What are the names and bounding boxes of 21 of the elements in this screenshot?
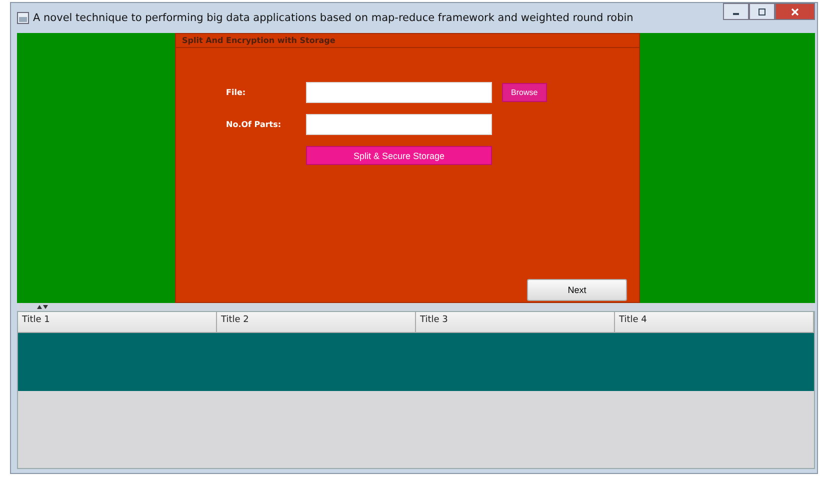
next-button[interactable]: Next — [527, 279, 627, 301]
column-header[interactable]: Title 1 — [18, 312, 217, 332]
column-header[interactable]: Title 2 — [217, 312, 416, 332]
minimize-icon — [733, 13, 739, 15]
collapse-arrows-icon[interactable] — [37, 305, 48, 309]
input-field[interactable] — [306, 82, 492, 103]
column-header[interactable]: Title 3 — [416, 312, 615, 332]
window-title: A novel technique to performing big data applications based on map-reduce framework and weighted round robin — [33, 12, 634, 24]
close-button[interactable] — [775, 3, 815, 20]
browse-button[interactable]: Browse — [502, 83, 547, 102]
field-label: File: — [226, 88, 247, 97]
maximize-button[interactable] — [749, 3, 775, 20]
app-icon — [17, 12, 29, 24]
input-field[interactable] — [306, 114, 492, 135]
panel-title: Split And Encryption with Storage — [176, 34, 639, 48]
maximize-icon — [758, 8, 766, 16]
field-label: No.Of Parts: — [226, 120, 282, 129]
minimize-button[interactable] — [723, 3, 749, 20]
close-icon — [791, 8, 799, 16]
split-button[interactable]: Split & Secure Storage — [306, 146, 492, 165]
column-header[interactable]: Title 4 — [615, 312, 814, 332]
